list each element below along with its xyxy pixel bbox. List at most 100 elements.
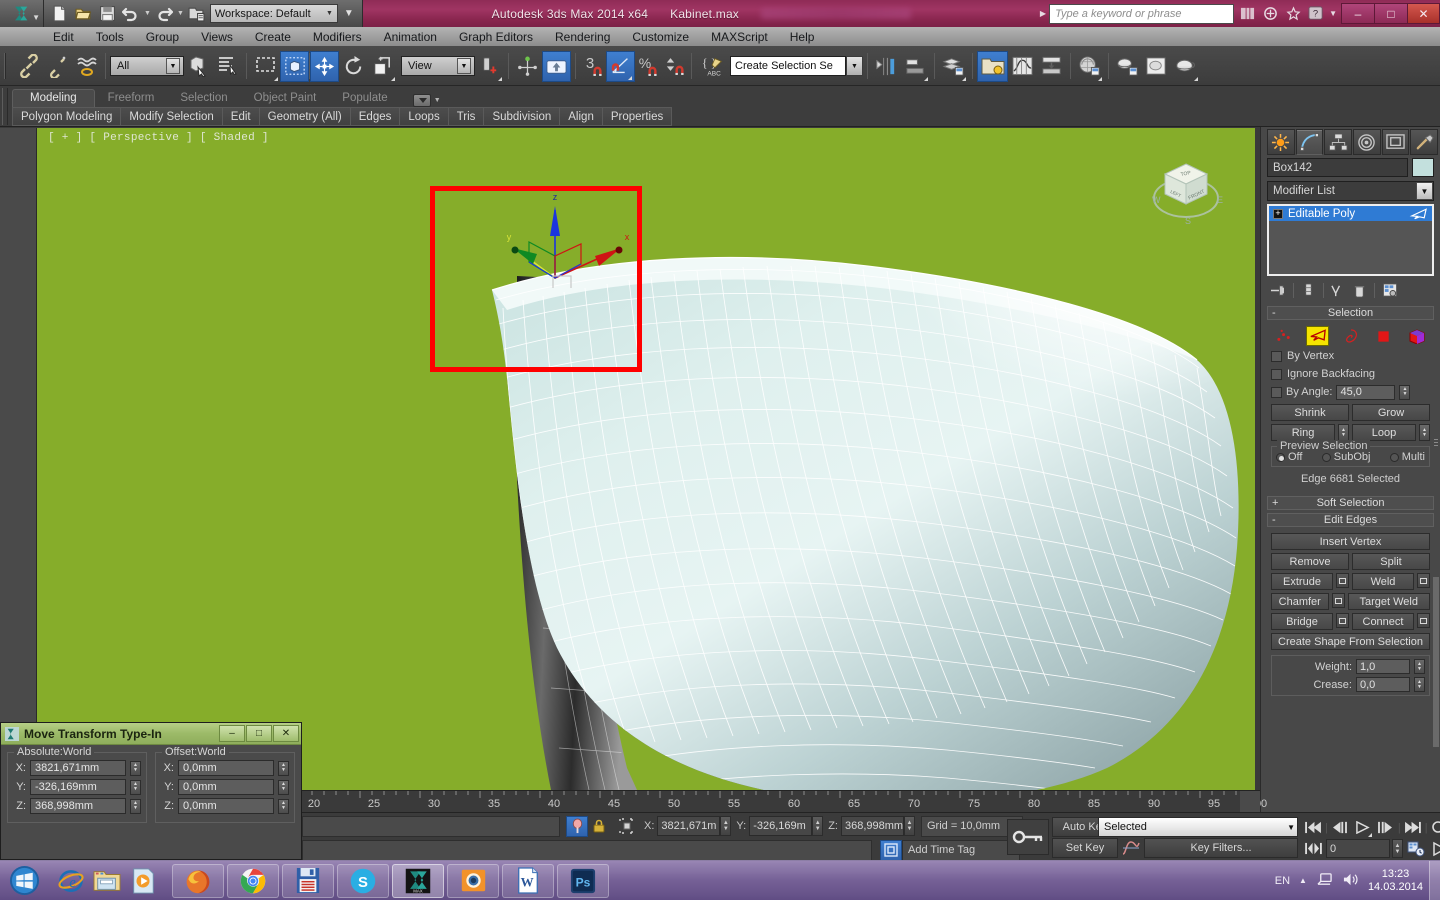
menu-item-group[interactable]: Group: [135, 28, 190, 46]
ribbon-tab-modeling[interactable]: Modeling: [12, 89, 95, 107]
taskbar-app-firefox[interactable]: [172, 863, 224, 898]
panel-resize-grip[interactable]: [1433, 437, 1439, 451]
undo-icon[interactable]: [120, 3, 142, 24]
absolute-z-input[interactable]: 368,998mm: [30, 798, 126, 814]
by-angle-spinner[interactable]: ▲ ▼: [1399, 384, 1411, 400]
angle-snap-toggle-icon[interactable]: [606, 50, 635, 82]
subobject-polygon-button[interactable]: [1372, 326, 1395, 346]
ribbon-tab-selection[interactable]: Selection: [167, 89, 240, 107]
edit-edges-rollout-header[interactable]: - Edit Edges: [1267, 513, 1434, 527]
select-and-link-icon[interactable]: [14, 51, 43, 82]
create-shape-from-selection-button[interactable]: Create Shape From Selection: [1271, 633, 1430, 650]
perspective-viewport[interactable]: [ + ] [ Perspective ] [ Shaded ] W N E S…: [37, 128, 1255, 790]
move-transform-gizmo[interactable]: z y x: [477, 188, 637, 288]
chamfer-button[interactable]: Chamfer: [1271, 593, 1329, 610]
viewport-label[interactable]: [ + ] [ Perspective ] [ Shaded ]: [48, 132, 269, 144]
spinner-snap-toggle-icon[interactable]: [661, 51, 687, 82]
bind-to-space-warp-icon[interactable]: [72, 51, 101, 82]
absolute-x-input[interactable]: 3821,671mm: [30, 760, 126, 776]
move-dialog-minimize-button[interactable]: –: [219, 725, 245, 742]
status-y-spinner[interactable]: ▲ ▼: [812, 816, 824, 836]
internet-explorer-icon[interactable]: e: [54, 864, 88, 898]
weld-button[interactable]: Weld: [1352, 573, 1414, 590]
ribbon-panel-tris[interactable]: Tris: [447, 107, 484, 126]
subobject-edge-button[interactable]: [1306, 326, 1329, 346]
preview-subobj-radio-row[interactable]: SubObj: [1321, 451, 1370, 463]
preview-multi-radio-row[interactable]: Multi: [1389, 451, 1425, 463]
subobject-vertex-button[interactable]: [1273, 326, 1296, 346]
use-pivot-point-center-icon[interactable]: [475, 51, 504, 82]
named-selection-sets-input[interactable]: Create Selection Se: [730, 56, 846, 76]
ribbon-panel-loops[interactable]: Loops: [399, 107, 448, 126]
subobject-element-button[interactable]: [1405, 326, 1428, 346]
weight-input[interactable]: 1,0: [1356, 659, 1410, 674]
extrude-settings-button[interactable]: [1336, 573, 1349, 588]
grow-button[interactable]: Grow: [1352, 404, 1430, 421]
remove-button[interactable]: Remove: [1271, 553, 1349, 570]
scrollbar-thumb[interactable]: [1433, 577, 1439, 747]
split-button[interactable]: Split: [1352, 553, 1430, 570]
favorites-star-icon[interactable]: [1283, 4, 1303, 24]
select-and-scale-icon[interactable]: [368, 51, 397, 82]
loop-button[interactable]: Loop: [1352, 424, 1416, 441]
volume-icon[interactable]: [1342, 872, 1359, 890]
soft-selection-rollout-header[interactable]: + Soft Selection: [1267, 496, 1434, 510]
percent-snap-toggle-icon[interactable]: %: [635, 51, 661, 82]
preview-multi-radio[interactable]: [1389, 452, 1399, 462]
render-production-icon[interactable]: [1171, 51, 1200, 82]
key-mode-combo[interactable]: Selected ▼: [1098, 817, 1298, 837]
ignore-backfacing-row[interactable]: Ignore Backfacing: [1271, 365, 1430, 383]
clock[interactable]: 13:23 14.03.2014: [1368, 868, 1423, 894]
ribbon-panel-properties[interactable]: Properties: [601, 107, 673, 126]
ribbon-panel-edit[interactable]: Edit: [221, 107, 259, 126]
ribbon-tab-object-paint[interactable]: Object Paint: [241, 89, 330, 107]
move-dialog-close-button[interactable]: ✕: [273, 725, 299, 742]
menu-item-tools[interactable]: Tools: [85, 28, 135, 46]
play-animation-icon[interactable]: [1352, 817, 1374, 838]
menu-item-modifiers[interactable]: Modifiers: [302, 28, 373, 46]
ignore-backfacing-checkbox[interactable]: [1271, 368, 1282, 380]
timeline-ruler[interactable]: 20 25 30 35 40 45 50 55 60 65 70 75 80 8…: [300, 791, 1267, 813]
unlink-selection-icon[interactable]: [43, 51, 72, 82]
time-configuration-icon[interactable]: [1405, 838, 1427, 859]
taskbar-app-photo-viewer[interactable]: [447, 863, 499, 898]
select-object-icon[interactable]: [184, 51, 213, 82]
modifier-stack-item-editable-poly[interactable]: + Editable Poly: [1269, 206, 1432, 221]
curve-editor-icon[interactable]: [1008, 51, 1037, 82]
crease-spinner[interactable]: ▲ ▼: [1414, 677, 1425, 692]
selection-lock-pin-icon[interactable]: [566, 815, 588, 837]
material-editor-icon[interactable]: [1075, 51, 1104, 82]
ribbon-panel-modify-selection[interactable]: Modify Selection: [120, 107, 222, 126]
bridge-button[interactable]: Bridge: [1271, 613, 1333, 630]
absolute-y-spinner[interactable]: ▲ ▼: [130, 779, 141, 795]
create-tab[interactable]: [1267, 129, 1295, 155]
workspace-selector[interactable]: Workspace: Default ▼: [209, 4, 338, 23]
search-expand-icon[interactable]: ▶: [1040, 9, 1046, 18]
move-dialog-maximize-button[interactable]: □: [246, 725, 272, 742]
status-z-spinner[interactable]: ▲ ▼: [903, 816, 915, 836]
language-indicator[interactable]: EN: [1275, 875, 1290, 887]
menu-item-views[interactable]: Views: [190, 28, 244, 46]
menu-item-graph-editors[interactable]: Graph Editors: [448, 28, 544, 46]
status-x-field[interactable]: 3821,671m: [657, 816, 721, 836]
preview-off-radio[interactable]: [1276, 452, 1285, 462]
set-key-mode-icon[interactable]: [1007, 819, 1049, 855]
move-transform-type-in-dialog[interactable]: Move Transform Type-In – □ ✕ Absolute:Wo…: [0, 722, 302, 860]
current-frame-spinner[interactable]: ▲ ▼: [1392, 839, 1403, 858]
show-desktop-button[interactable]: [1429, 860, 1440, 900]
maximize-button[interactable]: □: [1374, 3, 1407, 24]
chamfer-settings-button[interactable]: [1331, 593, 1345, 608]
select-and-move-icon[interactable]: [310, 50, 339, 82]
taskbar-app-skype[interactable]: S: [337, 863, 389, 898]
named-selection-sets-dropdown[interactable]: ▼: [846, 56, 863, 76]
shrink-button[interactable]: Shrink: [1271, 404, 1349, 421]
selection-rollout-header[interactable]: - Selection: [1267, 306, 1434, 320]
select-by-name-icon[interactable]: [213, 51, 242, 82]
select-and-rotate-icon[interactable]: [339, 51, 368, 82]
weld-settings-button[interactable]: [1417, 573, 1430, 588]
pin-stack-icon[interactable]: [1269, 282, 1288, 299]
scene-explorer-toggle-icon[interactable]: [977, 50, 1008, 82]
absolute-relative-transform-icon[interactable]: [616, 816, 638, 837]
set-key-filter-curve-icon[interactable]: [1120, 838, 1142, 858]
offset-x-spinner[interactable]: ▲ ▼: [278, 760, 289, 776]
